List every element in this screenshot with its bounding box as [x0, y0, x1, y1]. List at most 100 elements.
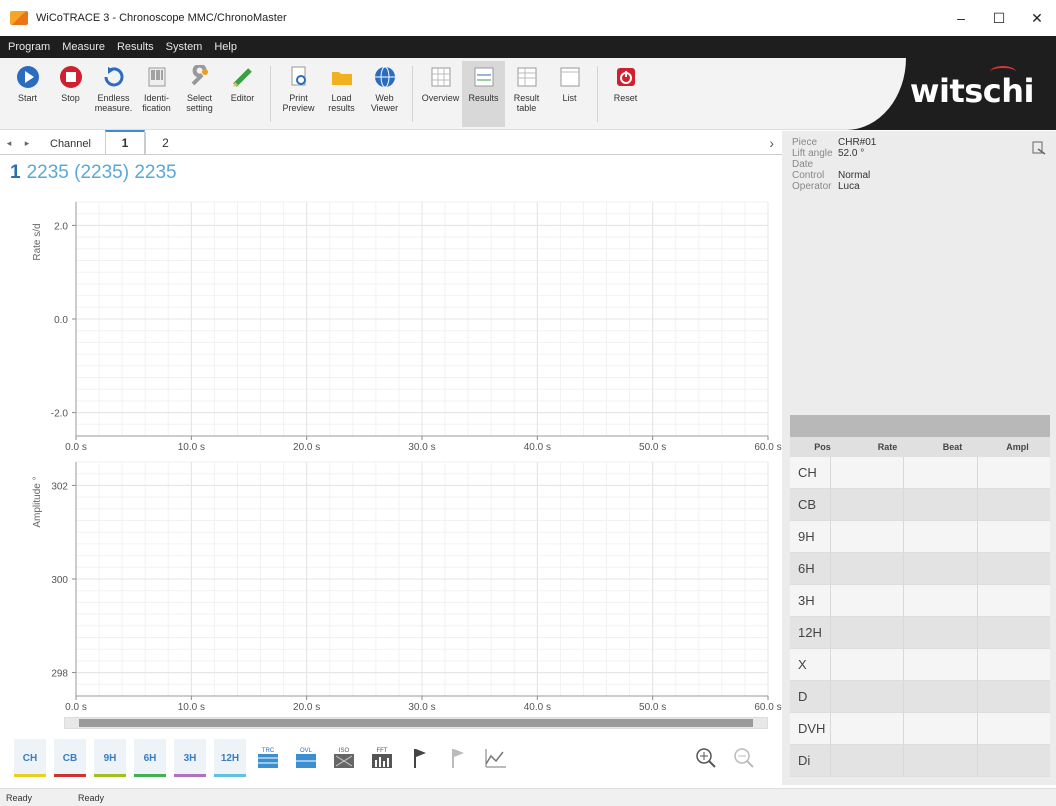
zoom-in-button[interactable]: [692, 744, 720, 772]
y-tick-label: -2.0: [51, 409, 69, 420]
brand-banner: witschi: [846, 58, 1056, 130]
brand-curve: [846, 58, 906, 130]
measurement-summary: 2235 (2235) 2235: [26, 162, 177, 183]
table-row[interactable]: 6H: [790, 553, 1050, 585]
iso-icon: ISO: [334, 748, 354, 768]
close-button[interactable]: ✕: [1018, 0, 1056, 36]
position-12h-button[interactable]: 12H: [214, 739, 246, 777]
overlay-button[interactable]: OVL: [292, 744, 320, 772]
web-viewer-button[interactable]: Web Viewer: [363, 61, 406, 127]
table-row[interactable]: 3H: [790, 585, 1050, 617]
stop-button[interactable]: Stop: [49, 61, 92, 127]
print-preview-icon: [287, 65, 311, 89]
reset-button[interactable]: Reset: [604, 61, 647, 127]
result-table-button[interactable]: Result table: [505, 61, 548, 127]
position-ch-button[interactable]: CH: [14, 739, 46, 777]
results-icon: [472, 65, 496, 89]
table-row[interactable]: X: [790, 649, 1050, 681]
channel-label: Channel: [50, 138, 91, 150]
fft-button[interactable]: FFT: [368, 744, 396, 772]
result-cell: [976, 617, 1050, 648]
result-cell: [976, 521, 1050, 552]
charts: 0.0 s 10.0 s 20.0 s 30.0 s 40.0 s 50.0 s 60.0 …: [0, 190, 782, 718]
col-ampl: Ampl: [1006, 442, 1029, 452]
export-button[interactable]: [1032, 141, 1046, 158]
result-cell: [830, 713, 903, 744]
x-tick-label: 30.0 s: [408, 442, 435, 453]
x-tick-label: 40.0 s: [524, 442, 551, 453]
select-setting-button[interactable]: Select setting: [178, 61, 221, 127]
results-button[interactable]: Results: [462, 61, 505, 127]
flag-button[interactable]: [406, 744, 434, 772]
row-position: D: [798, 689, 808, 704]
info-operator-value: Luca: [838, 181, 860, 192]
x-tick-label: 50.0 s: [639, 702, 666, 713]
menu-results[interactable]: Results: [115, 39, 156, 55]
minimize-button[interactable]: –: [942, 0, 980, 36]
globe-icon: [373, 65, 397, 89]
flag-icon: [414, 749, 426, 768]
endless-measure-button[interactable]: Endless measure.: [92, 61, 135, 127]
table-row[interactable]: 9H: [790, 521, 1050, 553]
zoom-in-icon: [696, 748, 716, 768]
print-preview-button[interactable]: Print Preview: [277, 61, 320, 127]
table-row[interactable]: CB: [790, 489, 1050, 521]
overview-button[interactable]: Overview: [419, 61, 462, 127]
chevron-right-icon[interactable]: ›: [769, 135, 774, 151]
trace-button[interactable]: TRC: [254, 744, 282, 772]
grid-icon: [429, 65, 453, 89]
iso-button[interactable]: ISO: [330, 744, 358, 772]
result-cell: [903, 489, 976, 520]
result-cell: [903, 521, 976, 552]
table-row[interactable]: 12H: [790, 617, 1050, 649]
result-cell: [830, 521, 903, 552]
toolbar-divider: [597, 66, 598, 122]
app-logo-icon: [10, 11, 28, 25]
time-scrollbar[interactable]: [64, 717, 768, 729]
channel-tabs: ◂ ▸ Channel 1 2 ›: [0, 130, 782, 155]
tab-scroll-left-button[interactable]: ◂: [0, 132, 18, 154]
list-button[interactable]: List: [548, 61, 591, 127]
identification-button[interactable]: Identi- fication: [135, 61, 178, 127]
load-results-button[interactable]: Load results: [320, 61, 363, 127]
x-tick-label: 10.0 s: [178, 442, 205, 453]
info-liftangle-value: 52.0 °: [838, 148, 865, 159]
tab-channel-1[interactable]: 1: [104, 130, 145, 154]
table-row[interactable]: DVH: [790, 713, 1050, 745]
result-cell: [830, 585, 903, 616]
menu-measure[interactable]: Measure: [60, 39, 107, 55]
start-button[interactable]: Start: [6, 61, 49, 127]
y-tick-label: 298: [51, 669, 68, 680]
tab-channel-2[interactable]: 2: [144, 132, 185, 154]
col-beat: Beat: [942, 442, 963, 452]
result-cell: [903, 585, 976, 616]
position-cb-button[interactable]: CB: [54, 739, 86, 777]
curve-fit-button[interactable]: [482, 744, 510, 772]
result-cell: [830, 489, 903, 520]
x-tick-label: 0.0 s: [65, 702, 87, 713]
zoom-out-button[interactable]: [730, 744, 758, 772]
play-icon: [16, 65, 40, 89]
position-9h-button[interactable]: 9H: [94, 739, 126, 777]
results-table: CH CB 9H 6H 3H 12H X D DVH Di: [790, 457, 1050, 777]
flag-disabled-button[interactable]: [444, 744, 472, 772]
table-row[interactable]: Di: [790, 745, 1050, 777]
menu-system[interactable]: System: [164, 39, 205, 55]
row-position: 9H: [798, 529, 815, 544]
position-6h-button[interactable]: 6H: [134, 739, 166, 777]
y-tick-label: 2.0: [54, 221, 68, 232]
scrollbar-thumb[interactable]: [79, 719, 753, 727]
row-position: CB: [798, 497, 817, 512]
maximize-button[interactable]: ☐: [980, 0, 1018, 36]
table-row[interactable]: D: [790, 681, 1050, 713]
table-row[interactable]: CH: [790, 457, 1050, 489]
result-cell: [903, 713, 976, 744]
row-position: Di: [798, 753, 811, 768]
menu-program[interactable]: Program: [6, 39, 52, 55]
tab-scroll-right-button[interactable]: ▸: [18, 132, 36, 154]
x-tick-label: 60.0 s: [754, 442, 781, 453]
editor-button[interactable]: Editor: [221, 61, 264, 127]
menu-help[interactable]: Help: [212, 39, 239, 55]
result-cell: [830, 745, 903, 776]
position-3h-button[interactable]: 3H: [174, 739, 206, 777]
